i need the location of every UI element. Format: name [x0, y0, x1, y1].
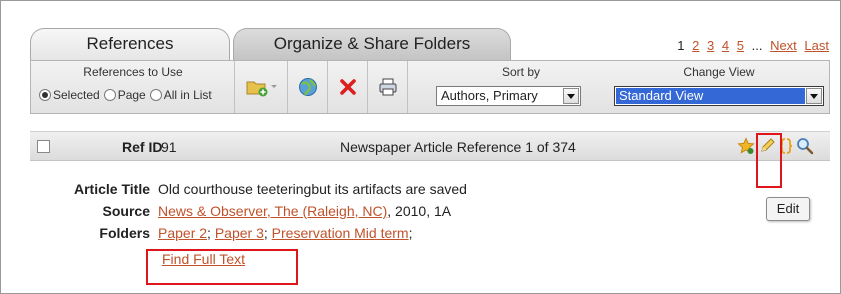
radio-all-in-list[interactable]: [149, 89, 162, 101]
folders-label: Folders: [99, 225, 150, 241]
source-label: Source: [102, 203, 150, 219]
folder-link-paper-2[interactable]: Paper 2: [158, 225, 207, 241]
reference-header-bar: Ref ID 91 Newspaper Article Reference 1 …: [30, 131, 830, 161]
magnifier-icon[interactable]: [796, 137, 814, 155]
page-ellipsis: ...: [751, 38, 763, 53]
pagination: 1 2 3 4 5 ... Next Last: [673, 38, 829, 53]
folders-list: Paper 2; Paper 3; Preservation Mid term;: [158, 225, 412, 241]
next-page-link[interactable]: Next: [770, 38, 797, 53]
online-search-button[interactable]: [288, 61, 328, 113]
article-title-value: Old courthouse teeteringbut its artifact…: [158, 181, 467, 197]
source-link[interactable]: News & Observer, The (Raleigh, NC): [158, 203, 387, 219]
sort-by-select[interactable]: Authors, Primary: [436, 86, 581, 106]
folder-link-preservation-mid-term[interactable]: Preservation Mid term: [272, 225, 409, 241]
last-page-link[interactable]: Last: [804, 38, 829, 53]
reference-count-text: Newspaper Article Reference 1 of 374: [340, 139, 576, 155]
folder-separator: ;: [207, 225, 215, 241]
page-link-2[interactable]: 2: [692, 38, 699, 53]
folder-separator: ;: [263, 225, 272, 241]
select-reference-checkbox[interactable]: [37, 140, 50, 153]
tab-organize-share-folders[interactable]: Organize & Share Folders: [233, 28, 511, 60]
change-view-title: Change View: [683, 65, 755, 79]
chevron-down-icon[interactable]: [806, 88, 822, 104]
delete-icon: [339, 79, 356, 95]
tab-references[interactable]: References: [30, 28, 230, 60]
change-view-select[interactable]: Standard View: [614, 86, 824, 106]
radio-all-in-list-label: All in List: [163, 88, 212, 102]
source-rest: , 2010, 1A: [387, 203, 452, 219]
references-to-use-group: References to Use Selected Page All in L…: [31, 61, 235, 113]
change-view-value: Standard View: [616, 88, 805, 104]
star-icon[interactable]: [737, 137, 755, 155]
radio-page[interactable]: [103, 89, 116, 101]
page-current: 1: [677, 38, 685, 53]
add-to-folder-button[interactable]: [236, 61, 288, 113]
folder-add-icon: [246, 81, 277, 97]
edit-icon-highlight: [756, 133, 782, 188]
globe-icon: [298, 78, 317, 96]
sort-by-value: Authors, Primary: [441, 88, 538, 103]
page-link-4[interactable]: 4: [722, 38, 729, 53]
print-button[interactable]: [368, 61, 408, 113]
page-link-3[interactable]: 3: [707, 38, 714, 53]
radio-page-label: Page: [117, 88, 146, 102]
radio-selected-label: Selected: [53, 88, 100, 102]
find-full-text-highlight: [146, 249, 298, 285]
ref-id-value: 91: [161, 139, 177, 155]
chevron-down-icon[interactable]: [563, 88, 579, 104]
delete-button[interactable]: [328, 61, 368, 113]
references-to-use-title: References to Use: [83, 65, 183, 79]
edit-tooltip: Edit: [766, 197, 810, 221]
source-value: News & Observer, The (Raleigh, NC), 2010…: [158, 203, 451, 219]
radio-selected[interactable]: [39, 89, 51, 101]
print-icon: [379, 78, 396, 96]
page-link-5[interactable]: 5: [737, 38, 744, 53]
folder-link-paper-3[interactable]: Paper 3: [215, 225, 264, 241]
sort-by-title: Sort by: [501, 65, 540, 79]
ref-id-label: Ref ID: [122, 139, 163, 155]
toolbar: References to Use Selected Page All in L…: [30, 60, 830, 114]
folder-separator: ;: [408, 225, 413, 241]
references-to-use-radios: Selected Page All in List: [39, 88, 216, 102]
article-title-label: Article Title: [74, 181, 150, 197]
